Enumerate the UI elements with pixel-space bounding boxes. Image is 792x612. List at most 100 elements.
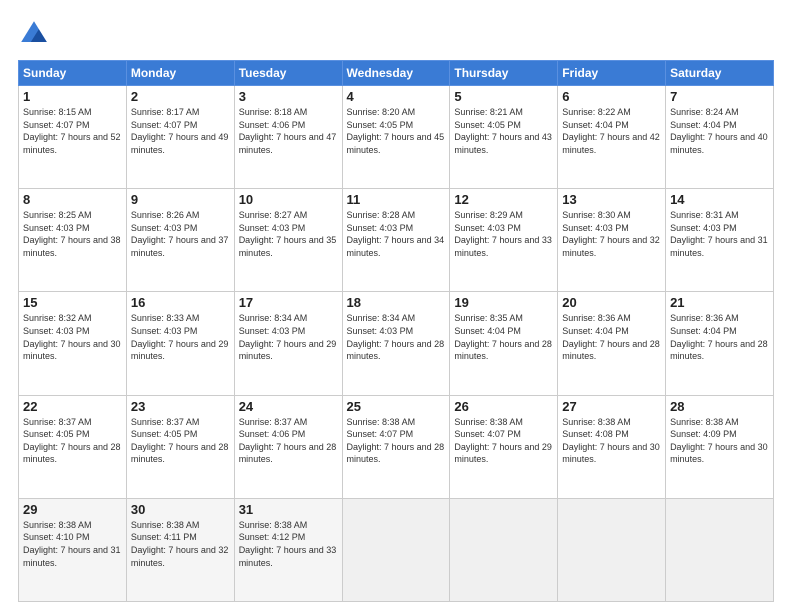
day-number: 4 — [347, 89, 446, 104]
calendar-cell: 2 Sunrise: 8:17 AMSunset: 4:07 PMDayligh… — [126, 86, 234, 189]
calendar-cell: 22 Sunrise: 8:37 AMSunset: 4:05 PMDaylig… — [19, 395, 127, 498]
calendar-cell: 26 Sunrise: 8:38 AMSunset: 4:07 PMDaylig… — [450, 395, 558, 498]
day-number: 6 — [562, 89, 661, 104]
day-number: 20 — [562, 295, 661, 310]
calendar-cell: 12 Sunrise: 8:29 AMSunset: 4:03 PMDaylig… — [450, 189, 558, 292]
day-number: 19 — [454, 295, 553, 310]
day-info: Sunrise: 8:15 AMSunset: 4:07 PMDaylight:… — [23, 107, 121, 155]
day-info: Sunrise: 8:38 AMSunset: 4:07 PMDaylight:… — [454, 417, 552, 465]
day-number: 31 — [239, 502, 338, 517]
day-number: 10 — [239, 192, 338, 207]
calendar-cell: 31 Sunrise: 8:38 AMSunset: 4:12 PMDaylig… — [234, 498, 342, 601]
day-number: 28 — [670, 399, 769, 414]
day-number: 26 — [454, 399, 553, 414]
day-info: Sunrise: 8:36 AMSunset: 4:04 PMDaylight:… — [670, 313, 768, 361]
day-info: Sunrise: 8:20 AMSunset: 4:05 PMDaylight:… — [347, 107, 445, 155]
day-number: 21 — [670, 295, 769, 310]
day-info: Sunrise: 8:38 AMSunset: 4:11 PMDaylight:… — [131, 520, 229, 568]
logo — [18, 18, 54, 50]
weekday-header: Saturday — [666, 61, 774, 86]
calendar-week: 1 Sunrise: 8:15 AMSunset: 4:07 PMDayligh… — [19, 86, 774, 189]
day-info: Sunrise: 8:24 AMSunset: 4:04 PMDaylight:… — [670, 107, 768, 155]
day-info: Sunrise: 8:34 AMSunset: 4:03 PMDaylight:… — [239, 313, 337, 361]
calendar-cell: 23 Sunrise: 8:37 AMSunset: 4:05 PMDaylig… — [126, 395, 234, 498]
day-number: 3 — [239, 89, 338, 104]
day-number: 5 — [454, 89, 553, 104]
calendar-week: 29 Sunrise: 8:38 AMSunset: 4:10 PMDaylig… — [19, 498, 774, 601]
calendar-cell: 17 Sunrise: 8:34 AMSunset: 4:03 PMDaylig… — [234, 292, 342, 395]
day-number: 7 — [670, 89, 769, 104]
day-info: Sunrise: 8:32 AMSunset: 4:03 PMDaylight:… — [23, 313, 121, 361]
calendar-cell: 19 Sunrise: 8:35 AMSunset: 4:04 PMDaylig… — [450, 292, 558, 395]
day-number: 17 — [239, 295, 338, 310]
weekday-header: Tuesday — [234, 61, 342, 86]
day-info: Sunrise: 8:38 AMSunset: 4:10 PMDaylight:… — [23, 520, 121, 568]
day-number: 12 — [454, 192, 553, 207]
day-info: Sunrise: 8:26 AMSunset: 4:03 PMDaylight:… — [131, 210, 229, 258]
day-info: Sunrise: 8:38 AMSunset: 4:09 PMDaylight:… — [670, 417, 768, 465]
day-number: 24 — [239, 399, 338, 414]
day-info: Sunrise: 8:37 AMSunset: 4:05 PMDaylight:… — [23, 417, 121, 465]
calendar-cell: 9 Sunrise: 8:26 AMSunset: 4:03 PMDayligh… — [126, 189, 234, 292]
header — [18, 18, 774, 50]
calendar-cell: 18 Sunrise: 8:34 AMSunset: 4:03 PMDaylig… — [342, 292, 450, 395]
day-info: Sunrise: 8:37 AMSunset: 4:05 PMDaylight:… — [131, 417, 229, 465]
day-number: 2 — [131, 89, 230, 104]
calendar-body: 1 Sunrise: 8:15 AMSunset: 4:07 PMDayligh… — [19, 86, 774, 602]
day-info: Sunrise: 8:25 AMSunset: 4:03 PMDaylight:… — [23, 210, 121, 258]
calendar-cell: 20 Sunrise: 8:36 AMSunset: 4:04 PMDaylig… — [558, 292, 666, 395]
calendar-cell: 15 Sunrise: 8:32 AMSunset: 4:03 PMDaylig… — [19, 292, 127, 395]
calendar-cell: 1 Sunrise: 8:15 AMSunset: 4:07 PMDayligh… — [19, 86, 127, 189]
calendar-week: 8 Sunrise: 8:25 AMSunset: 4:03 PMDayligh… — [19, 189, 774, 292]
calendar-cell — [558, 498, 666, 601]
calendar-cell: 30 Sunrise: 8:38 AMSunset: 4:11 PMDaylig… — [126, 498, 234, 601]
day-info: Sunrise: 8:33 AMSunset: 4:03 PMDaylight:… — [131, 313, 229, 361]
calendar-cell: 4 Sunrise: 8:20 AMSunset: 4:05 PMDayligh… — [342, 86, 450, 189]
weekday-header: Friday — [558, 61, 666, 86]
day-number: 16 — [131, 295, 230, 310]
day-number: 29 — [23, 502, 122, 517]
day-info: Sunrise: 8:29 AMSunset: 4:03 PMDaylight:… — [454, 210, 552, 258]
calendar-cell — [450, 498, 558, 601]
day-number: 11 — [347, 192, 446, 207]
logo-icon — [18, 18, 50, 50]
day-number: 1 — [23, 89, 122, 104]
day-info: Sunrise: 8:35 AMSunset: 4:04 PMDaylight:… — [454, 313, 552, 361]
day-number: 14 — [670, 192, 769, 207]
calendar-cell — [666, 498, 774, 601]
day-info: Sunrise: 8:38 AMSunset: 4:07 PMDaylight:… — [347, 417, 445, 465]
calendar-cell: 24 Sunrise: 8:37 AMSunset: 4:06 PMDaylig… — [234, 395, 342, 498]
weekday-header: Wednesday — [342, 61, 450, 86]
calendar-cell: 8 Sunrise: 8:25 AMSunset: 4:03 PMDayligh… — [19, 189, 127, 292]
calendar-cell: 3 Sunrise: 8:18 AMSunset: 4:06 PMDayligh… — [234, 86, 342, 189]
calendar-cell — [342, 498, 450, 601]
day-info: Sunrise: 8:36 AMSunset: 4:04 PMDaylight:… — [562, 313, 660, 361]
day-number: 22 — [23, 399, 122, 414]
calendar-cell: 21 Sunrise: 8:36 AMSunset: 4:04 PMDaylig… — [666, 292, 774, 395]
calendar-cell: 27 Sunrise: 8:38 AMSunset: 4:08 PMDaylig… — [558, 395, 666, 498]
day-info: Sunrise: 8:37 AMSunset: 4:06 PMDaylight:… — [239, 417, 337, 465]
day-info: Sunrise: 8:34 AMSunset: 4:03 PMDaylight:… — [347, 313, 445, 361]
calendar-cell: 11 Sunrise: 8:28 AMSunset: 4:03 PMDaylig… — [342, 189, 450, 292]
page: SundayMondayTuesdayWednesdayThursdayFrid… — [0, 0, 792, 612]
calendar-cell: 29 Sunrise: 8:38 AMSunset: 4:10 PMDaylig… — [19, 498, 127, 601]
calendar-header: SundayMondayTuesdayWednesdayThursdayFrid… — [19, 61, 774, 86]
day-info: Sunrise: 8:31 AMSunset: 4:03 PMDaylight:… — [670, 210, 768, 258]
calendar-cell: 10 Sunrise: 8:27 AMSunset: 4:03 PMDaylig… — [234, 189, 342, 292]
weekday-header: Thursday — [450, 61, 558, 86]
day-info: Sunrise: 8:27 AMSunset: 4:03 PMDaylight:… — [239, 210, 337, 258]
calendar-cell: 14 Sunrise: 8:31 AMSunset: 4:03 PMDaylig… — [666, 189, 774, 292]
calendar: SundayMondayTuesdayWednesdayThursdayFrid… — [18, 60, 774, 602]
day-info: Sunrise: 8:28 AMSunset: 4:03 PMDaylight:… — [347, 210, 445, 258]
weekday-header: Sunday — [19, 61, 127, 86]
calendar-cell: 5 Sunrise: 8:21 AMSunset: 4:05 PMDayligh… — [450, 86, 558, 189]
day-number: 15 — [23, 295, 122, 310]
day-number: 25 — [347, 399, 446, 414]
day-info: Sunrise: 8:17 AMSunset: 4:07 PMDaylight:… — [131, 107, 229, 155]
calendar-week: 15 Sunrise: 8:32 AMSunset: 4:03 PMDaylig… — [19, 292, 774, 395]
day-info: Sunrise: 8:18 AMSunset: 4:06 PMDaylight:… — [239, 107, 337, 155]
day-info: Sunrise: 8:21 AMSunset: 4:05 PMDaylight:… — [454, 107, 552, 155]
weekday-header: Monday — [126, 61, 234, 86]
calendar-cell: 13 Sunrise: 8:30 AMSunset: 4:03 PMDaylig… — [558, 189, 666, 292]
day-number: 13 — [562, 192, 661, 207]
